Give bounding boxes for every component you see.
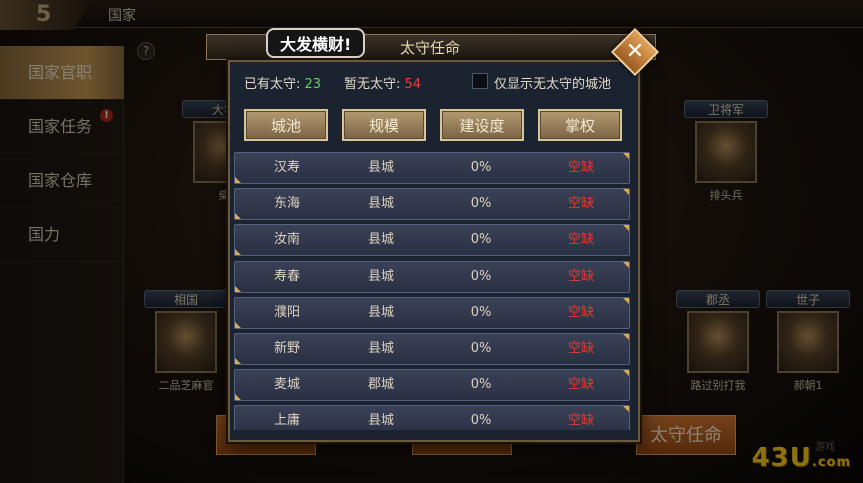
governor-status: 空缺 bbox=[567, 232, 594, 248]
corner-ornament bbox=[235, 249, 241, 256]
no-governor-label: 暂无太守: bbox=[344, 77, 401, 92]
city-name: 汉寿 bbox=[273, 160, 300, 175]
corner-ornament bbox=[623, 225, 629, 232]
city-name: 麦城 bbox=[273, 377, 300, 393]
corner-ornament bbox=[235, 321, 241, 328]
city-scale: 县城 bbox=[367, 160, 394, 175]
corner-ornament bbox=[235, 177, 241, 183]
governor-count-stat: 已有太守: 23 bbox=[244, 73, 321, 92]
governor-status: 空缺 bbox=[567, 304, 594, 320]
corner-ornament bbox=[623, 334, 629, 340]
no-governor-value: 54 bbox=[404, 77, 422, 92]
corner-ornament bbox=[235, 285, 241, 292]
build-progress: 0% bbox=[470, 268, 492, 284]
corner-ornament bbox=[623, 297, 629, 304]
city-name: 新野 bbox=[273, 341, 300, 356]
city-scale: 县城 bbox=[367, 341, 394, 356]
governor-status: 空缺 bbox=[567, 341, 594, 356]
sort-scale-button[interactable]: 规模 bbox=[342, 109, 426, 141]
filter-checkbox[interactable] bbox=[472, 73, 488, 89]
table-row[interactable]: 濮阳 县城 0% 空缺 bbox=[234, 296, 630, 329]
has-governor-value: 23 bbox=[304, 77, 322, 92]
city-name: 东海 bbox=[273, 196, 300, 212]
governor-status: 空缺 bbox=[567, 268, 594, 284]
table-row[interactable]: 新野 县城 0% 空缺 bbox=[234, 333, 630, 365]
city-list[interactable]: 汉寿 县城 0% 空缺 东海 县城 0% 空缺 汝南 县城 0% 空缺 寿春 县城 0% 空缺 濮阳 县城 0% 空缺… bbox=[232, 150, 632, 430]
has-governor-label: 已有太守: bbox=[244, 77, 301, 92]
filter-label: 仅显示无太守的城池 bbox=[494, 77, 612, 92]
no-governor-stat: 暂无太守: 54 bbox=[344, 73, 421, 92]
corner-ornament bbox=[235, 213, 241, 220]
table-row[interactable]: 麦城 郡城 0% 空缺 bbox=[234, 369, 630, 402]
close-icon[interactable]: ✕ bbox=[618, 35, 652, 69]
build-progress: 0% bbox=[470, 341, 492, 356]
build-progress: 0% bbox=[470, 304, 492, 320]
speech-bubble: 大发横财! bbox=[266, 28, 366, 58]
sort-build-button[interactable]: 建设度 bbox=[440, 109, 524, 141]
governor-status: 空缺 bbox=[567, 413, 594, 429]
sort-city-button[interactable]: 城池 bbox=[244, 109, 328, 141]
build-progress: 0% bbox=[470, 377, 492, 393]
governor-status: 空缺 bbox=[567, 160, 594, 175]
build-progress: 0% bbox=[470, 232, 492, 248]
build-progress: 0% bbox=[470, 196, 492, 212]
corner-ornament bbox=[235, 394, 241, 401]
city-scale: 县城 bbox=[367, 268, 394, 284]
table-row[interactable]: 汝南 县城 0% 空缺 bbox=[234, 224, 630, 257]
corner-ornament bbox=[235, 358, 241, 364]
city-scale: 县城 bbox=[367, 304, 394, 320]
city-scale: 郡城 bbox=[367, 377, 394, 393]
corner-ornament bbox=[623, 189, 629, 196]
table-row[interactable]: 汉寿 县城 0% 空缺 bbox=[234, 152, 630, 184]
city-name: 濮阳 bbox=[273, 304, 300, 320]
city-name: 寿春 bbox=[273, 268, 300, 284]
city-scale: 县城 bbox=[367, 196, 394, 212]
corner-ornament bbox=[623, 261, 629, 268]
table-row[interactable]: 寿春 县城 0% 空缺 bbox=[234, 260, 630, 293]
governor-status: 空缺 bbox=[567, 377, 594, 393]
sort-ruler-button[interactable]: 掌权 bbox=[538, 109, 622, 141]
corner-ornament bbox=[623, 370, 629, 377]
modal-title: 太守任命 bbox=[400, 39, 461, 57]
corner-ornament bbox=[623, 153, 629, 159]
city-name: 上庸 bbox=[273, 413, 300, 429]
governor-status: 空缺 bbox=[567, 196, 594, 212]
corner-ornament bbox=[623, 406, 629, 413]
city-scale: 县城 bbox=[367, 232, 394, 248]
build-progress: 0% bbox=[470, 160, 492, 175]
table-row[interactable]: 东海 县城 0% 空缺 bbox=[234, 188, 630, 221]
table-row[interactable]: 上庸 县城 0% 空缺 bbox=[234, 405, 630, 430]
city-name: 汝南 bbox=[273, 232, 300, 248]
city-scale: 县城 bbox=[367, 413, 394, 429]
build-progress: 0% bbox=[470, 413, 492, 429]
